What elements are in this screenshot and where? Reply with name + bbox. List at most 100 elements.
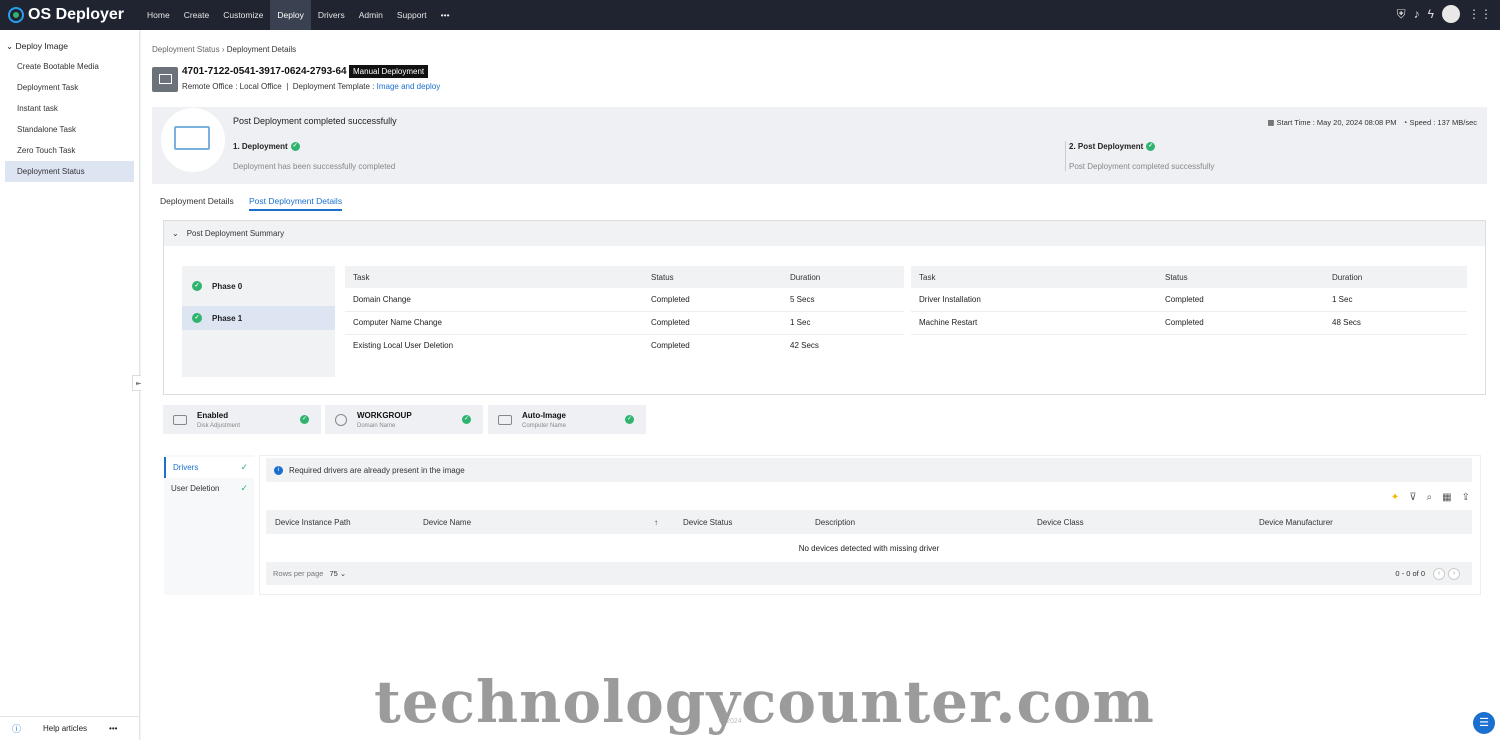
col-task: Task [345,266,643,288]
sidebar-footer: ⓘ Help articles ••• [0,716,140,740]
menu-drivers[interactable]: Drivers ✓ [164,457,254,478]
task-status: Completed [651,341,690,351]
info-text: Required drivers are already present in … [289,465,465,475]
drivers-panel: i Required drivers are already present in… [259,455,1481,595]
filter-icon[interactable]: ⊽ [1409,492,1416,503]
main-content: Deployment Status › Deployment Details 4… [141,30,1500,740]
col-device-name[interactable]: Device Name [414,510,654,534]
rows-per-page-label: Rows per page [273,569,324,578]
sidebar-item-bootable-media[interactable]: Create Bootable Media [0,56,139,77]
empty-message: No devices detected with missing driver [798,543,940,553]
sidebar-item-standalone-task[interactable]: Standalone Task [0,119,139,140]
phase-1[interactable]: ✓ Phase 1 [182,306,335,330]
bell-icon[interactable]: ♪ [1414,7,1420,21]
task-status: Completed [1157,311,1324,335]
step1-label: 1. Deployment [233,142,288,151]
help-articles-link[interactable]: Help articles [43,724,87,733]
phase-label: Phase 0 [212,281,243,291]
drivers-table: Device Instance Path Device Name ↑ Devic… [266,510,1472,562]
watermark: technologycounter.com [374,668,1155,736]
phase-0[interactable]: ✓ Phase 0 [182,274,335,298]
tab-post-deployment-details[interactable]: Post Deployment Details [249,196,343,211]
task-name: Existing Local User Deletion [353,341,454,351]
summary-header[interactable]: ⌄ Post Deployment Summary [164,221,1485,246]
card-label: Disk Adjustment [197,422,241,429]
template-link[interactable]: Image and deploy [377,82,441,91]
shield-icon[interactable]: ⛨ [1397,7,1406,22]
nav-admin[interactable]: Admin [352,0,390,30]
step-deployment: 1. Deployment ✓ [233,142,300,152]
remote-office: Remote Office : Local Office [182,82,282,91]
table-row: Machine Restart Completed 48 Secs [911,311,1467,335]
export-icon[interactable]: ⇪ [1462,492,1470,503]
col-duration: Duration [782,266,904,288]
task-duration: 5 Secs [782,288,904,312]
task-name: Computer Name Change [345,311,643,335]
sort-arrow-icon[interactable]: ↑ [654,510,674,534]
col-device-instance-path[interactable]: Device Instance Path [266,510,414,534]
col-description[interactable]: Description [806,510,1028,534]
sidebar-item-zero-touch[interactable]: Zero Touch Task [0,140,139,161]
sidebar-section[interactable]: ⌄ Deploy Image [0,30,139,52]
menu-fab-icon[interactable]: ☰ [1473,712,1495,734]
deployment-type-badge: Manual Deployment [349,65,429,78]
rows-per-page-select[interactable]: 75 ⌄ [329,569,346,578]
help-icon[interactable]: ⓘ [12,722,21,735]
nav-more[interactable]: ••• [434,0,457,30]
task-status: Completed [1157,288,1324,312]
sidebar-item-instant-task[interactable]: Instant task [0,98,139,119]
monitor-icon [174,126,210,150]
prev-page-icon[interactable]: ‹ [1433,567,1445,580]
nav-customize[interactable]: Customize [216,0,270,30]
device-id: 4701-7122-0541-3917-0624-2793-64 [182,66,347,77]
more-icon[interactable]: ••• [109,724,117,733]
columns-icon[interactable]: ▦ [1442,492,1451,503]
phase-label: Phase 1 [212,313,243,323]
avatar[interactable] [1442,5,1460,23]
divider [1065,141,1066,171]
disk-adjustment-card: Enabled Disk Adjustment ✓ [163,405,321,434]
sparkle-icon[interactable]: ✦ [1391,492,1399,503]
card-label: Domain Name [357,422,396,429]
nav-deploy[interactable]: Deploy [270,0,311,30]
speed-icon: ◔ [1402,118,1408,127]
next-page-icon[interactable]: › [1448,567,1460,580]
table-row: Domain Change Completed 5 Secs [345,288,904,312]
range-text: 0 - 0 of 0 [1395,569,1425,578]
col-device-status[interactable]: Device Status [674,510,806,534]
lightning-icon[interactable]: ϟ [1428,7,1434,21]
table-row: Existing Local User Deletion Completed 42 … [345,334,904,357]
chevron-down-icon: ⌄ [172,229,179,238]
menu-label: Drivers [173,463,199,472]
check-icon: ✓ [625,415,634,424]
search-icon[interactable]: ⌕ [1427,492,1433,503]
nav-drivers[interactable]: Drivers [311,0,352,30]
apps-grid-icon[interactable]: ⋮⋮ [1468,7,1492,21]
computer-icon [152,67,178,92]
app-logo[interactable]: OS Deployer [0,6,140,24]
check-icon: ✓ [240,462,248,472]
sidebar-section-label: Deploy Image [15,41,68,51]
card-value: WORKGROUP [357,410,412,420]
tab-deployment-details[interactable]: Deployment Details [160,196,234,206]
nav-create[interactable]: Create [177,0,217,30]
col-device-manufacturer[interactable]: Device Manufacturer [1250,510,1472,534]
speed: Speed : 137 MB/sec [1409,118,1477,127]
col-device-class[interactable]: Device Class [1028,510,1250,534]
step1-desc: Deployment has been successfully complet… [233,162,396,171]
breadcrumb-parent[interactable]: Deployment Status [152,45,220,54]
status-meta: ▦ Start Time : May 20, 2024 08:08 PM ◔ S… [1267,118,1477,127]
status-title: Post Deployment completed successfully [233,116,397,126]
sidebar-item-deployment-task[interactable]: Deployment Task [0,77,139,98]
phase-list: ✓ Phase 0 ✓ Phase 1 [182,266,335,377]
menu-user-deletion[interactable]: User Deletion ✓ [164,478,254,499]
nav-support[interactable]: Support [390,0,434,30]
check-icon: ✓ [1146,142,1156,152]
sidebar-item-deployment-status[interactable]: Deployment Status [5,161,134,182]
chevron-down-icon: ⌄ [339,569,347,578]
nav-home[interactable]: Home [140,0,177,30]
col-duration: Duration [1324,266,1467,288]
task-name: Driver Installation [911,288,1157,312]
table-toolbar: ✦ ⊽ ⌕ ▦ ⇪ [1391,492,1470,503]
check-icon: ✓ [192,281,202,291]
